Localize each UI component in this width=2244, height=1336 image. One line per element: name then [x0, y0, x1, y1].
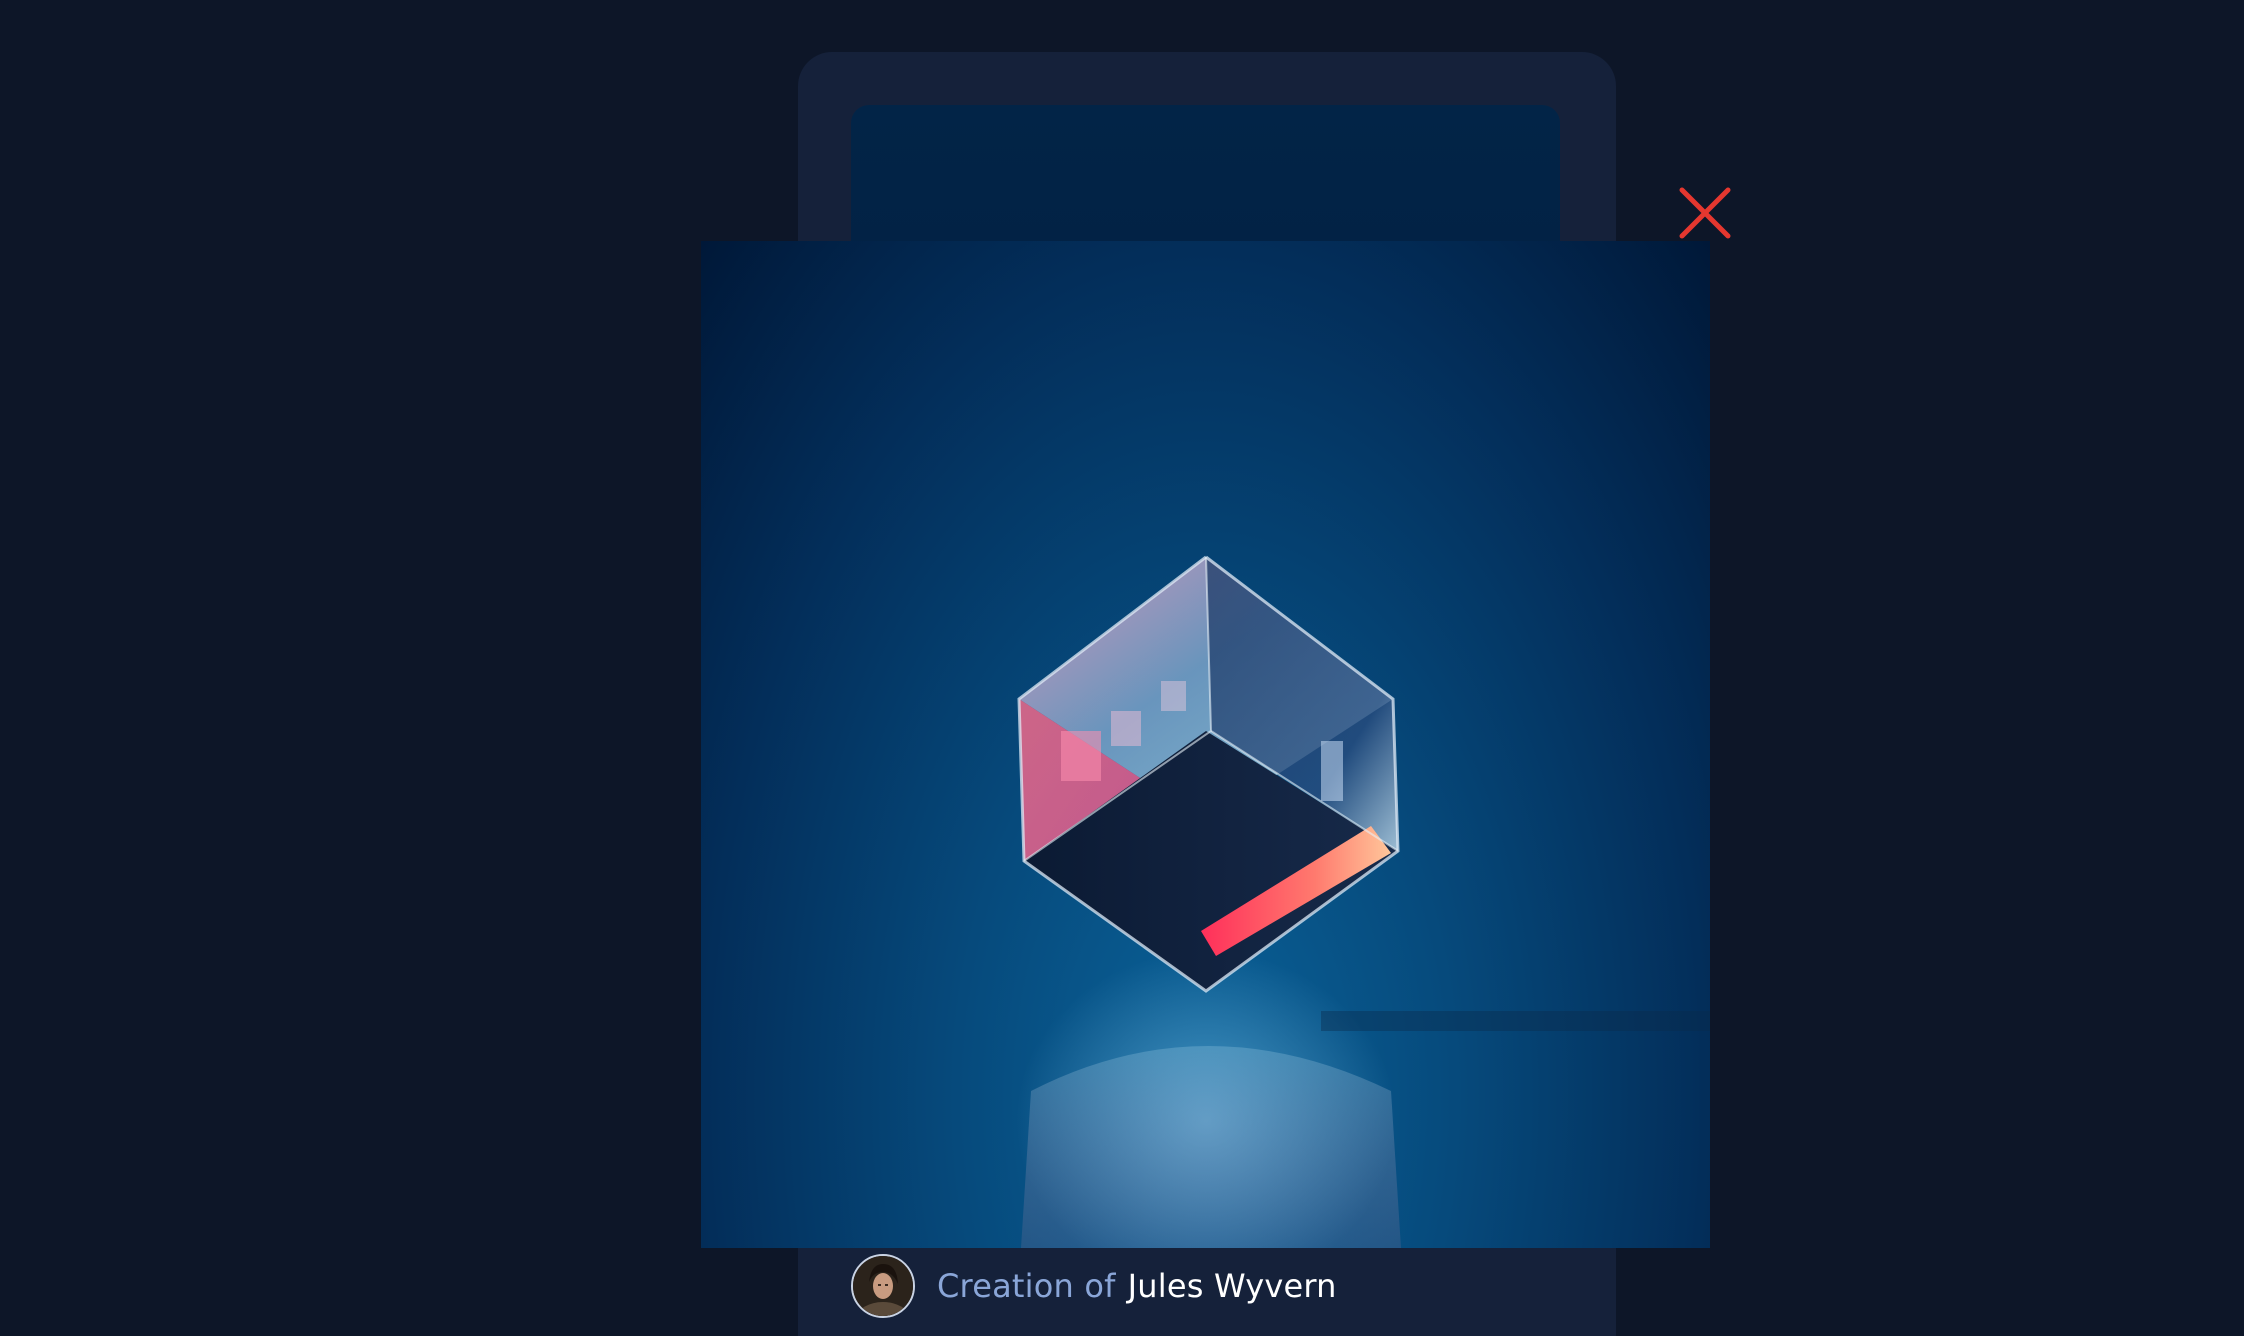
- gallery-overlay: Creation of Jules Wyvern: [0, 0, 2244, 1336]
- close-icon: [1679, 187, 1731, 239]
- creator-credit: Creation of Jules Wyvern: [851, 1250, 1337, 1322]
- creation-label: Creation of: [937, 1267, 1116, 1305]
- close-button[interactable]: [1676, 184, 1734, 242]
- enlarged-image: [701, 241, 1710, 1248]
- creator-name-link[interactable]: Jules Wyvern: [1128, 1267, 1337, 1305]
- avatar[interactable]: [851, 1254, 915, 1318]
